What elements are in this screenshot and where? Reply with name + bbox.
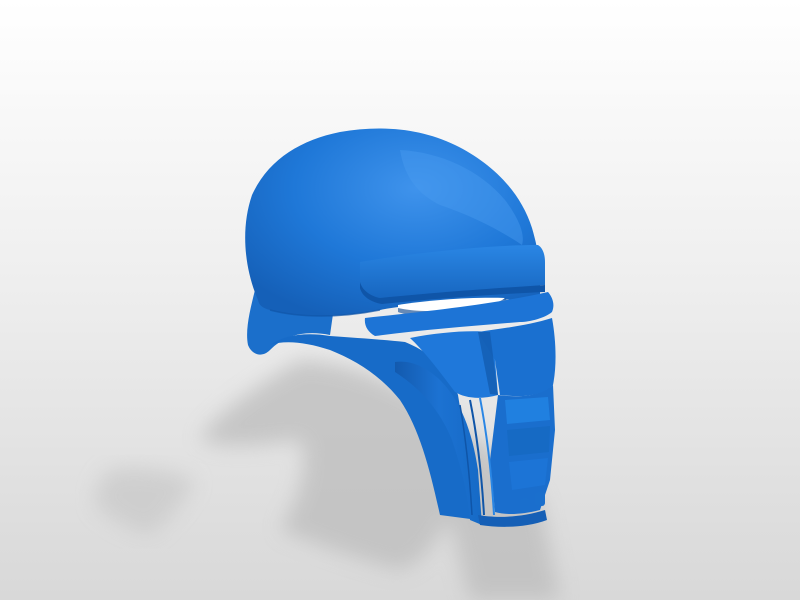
grille-segment-1	[505, 397, 550, 424]
grille-segment-2	[507, 426, 550, 456]
render-canvas	[0, 0, 800, 600]
model-viewport[interactable]	[0, 0, 800, 600]
bottom-bolt-right	[535, 492, 545, 506]
bottom-bolt-left	[520, 498, 530, 512]
grille-segment-3	[509, 458, 548, 490]
